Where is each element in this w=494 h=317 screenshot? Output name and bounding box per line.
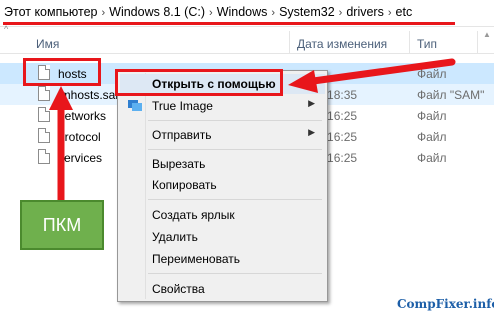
file-type: Файл: [417, 151, 447, 165]
submenu-arrow-icon: ▶: [308, 98, 315, 108]
file-icon: [38, 149, 50, 164]
file-name: protocol: [58, 130, 101, 144]
annotation-box-open-with: [115, 69, 283, 96]
file-icon: [38, 86, 50, 101]
menu-item-properties[interactable]: Свойства: [120, 279, 325, 299]
column-divider[interactable]: [477, 31, 478, 53]
file-name: services: [58, 151, 103, 165]
breadcrumb-etc[interactable]: etc: [396, 5, 413, 19]
menu-item-label: Удалить: [152, 230, 198, 244]
breadcrumb-drivers[interactable]: drivers: [346, 5, 384, 19]
column-name[interactable]: Имя: [36, 37, 59, 51]
annotation-label-rmb: ПКМ: [20, 200, 104, 250]
file-icon: [38, 107, 50, 122]
menu-item-label: Вырезать: [152, 157, 206, 171]
column-divider[interactable]: [289, 31, 290, 53]
menu-separator: [148, 149, 322, 150]
breadcrumb-system32[interactable]: System32: [279, 5, 335, 19]
sort-up-icon: ^: [4, 24, 9, 34]
true-image-icon: [128, 100, 142, 111]
breadcrumb-windows[interactable]: Windows: [217, 5, 268, 19]
menu-item-label: Копировать: [152, 178, 217, 192]
menu-separator: [148, 273, 322, 274]
file-type: Файл: [417, 130, 447, 144]
column-date[interactable]: Дата изменения: [297, 37, 387, 51]
menu-separator: [148, 199, 322, 200]
watermark: CompFixer.info: [397, 297, 494, 311]
menu-item-label: Отправить: [152, 128, 212, 142]
menu-item-rename[interactable]: Переименовать: [120, 249, 325, 269]
menu-item-create-shortcut[interactable]: Создать ярлык: [120, 205, 325, 225]
breadcrumb-separator-icon: ›: [209, 7, 213, 19]
annotation-underline: [3, 22, 455, 25]
menu-item-cut[interactable]: Вырезать: [120, 154, 325, 174]
file-type: Файл "SAM": [417, 88, 485, 102]
file-type: Файл: [417, 67, 447, 81]
menu-item-label: Создать ярлык: [152, 208, 235, 222]
column-type[interactable]: Тип: [417, 37, 437, 51]
file-icon: [38, 128, 50, 143]
breadcrumb-separator-icon: ›: [338, 7, 343, 19]
menu-item-delete[interactable]: Удалить: [120, 227, 325, 247]
menu-item-label: Свойства: [152, 282, 205, 296]
scroll-up-icon[interactable]: ▲: [483, 30, 491, 39]
menu-separator: [148, 120, 322, 121]
menu-item-true-image[interactable]: True Image ▶: [120, 96, 325, 116]
column-header: ^ Имя Дата изменения Тип: [0, 24, 494, 54]
submenu-arrow-icon: ▶: [308, 127, 315, 137]
context-menu: Открыть с помощью True Image ▶ Отправить…: [117, 70, 328, 302]
address-bar[interactable]: Этот компьютер › Windows 8.1 (C:) › Windows ›…: [0, 0, 494, 27]
annotation-box-hosts: [23, 58, 101, 86]
breadcrumb-this-pc[interactable]: Этот компьютер: [4, 5, 97, 19]
breadcrumb-drive-c[interactable]: Windows 8.1 (C:): [109, 5, 205, 19]
breadcrumb-separator-icon: ›: [271, 7, 276, 19]
column-divider[interactable]: [409, 31, 410, 53]
file-name: networks: [58, 109, 107, 123]
menu-item-copy[interactable]: Копировать: [120, 175, 325, 195]
breadcrumb-separator-icon: ›: [101, 7, 106, 19]
breadcrumb: Этот компьютер › Windows 8.1 (C:) › Windows ›…: [4, 5, 412, 19]
breadcrumb-separator-icon: ›: [387, 7, 392, 19]
file-type: Файл: [417, 109, 447, 123]
menu-item-label: True Image: [152, 99, 213, 113]
menu-item-send-to[interactable]: Отправить ▶: [120, 125, 325, 145]
menu-item-label: Переименовать: [152, 252, 240, 266]
